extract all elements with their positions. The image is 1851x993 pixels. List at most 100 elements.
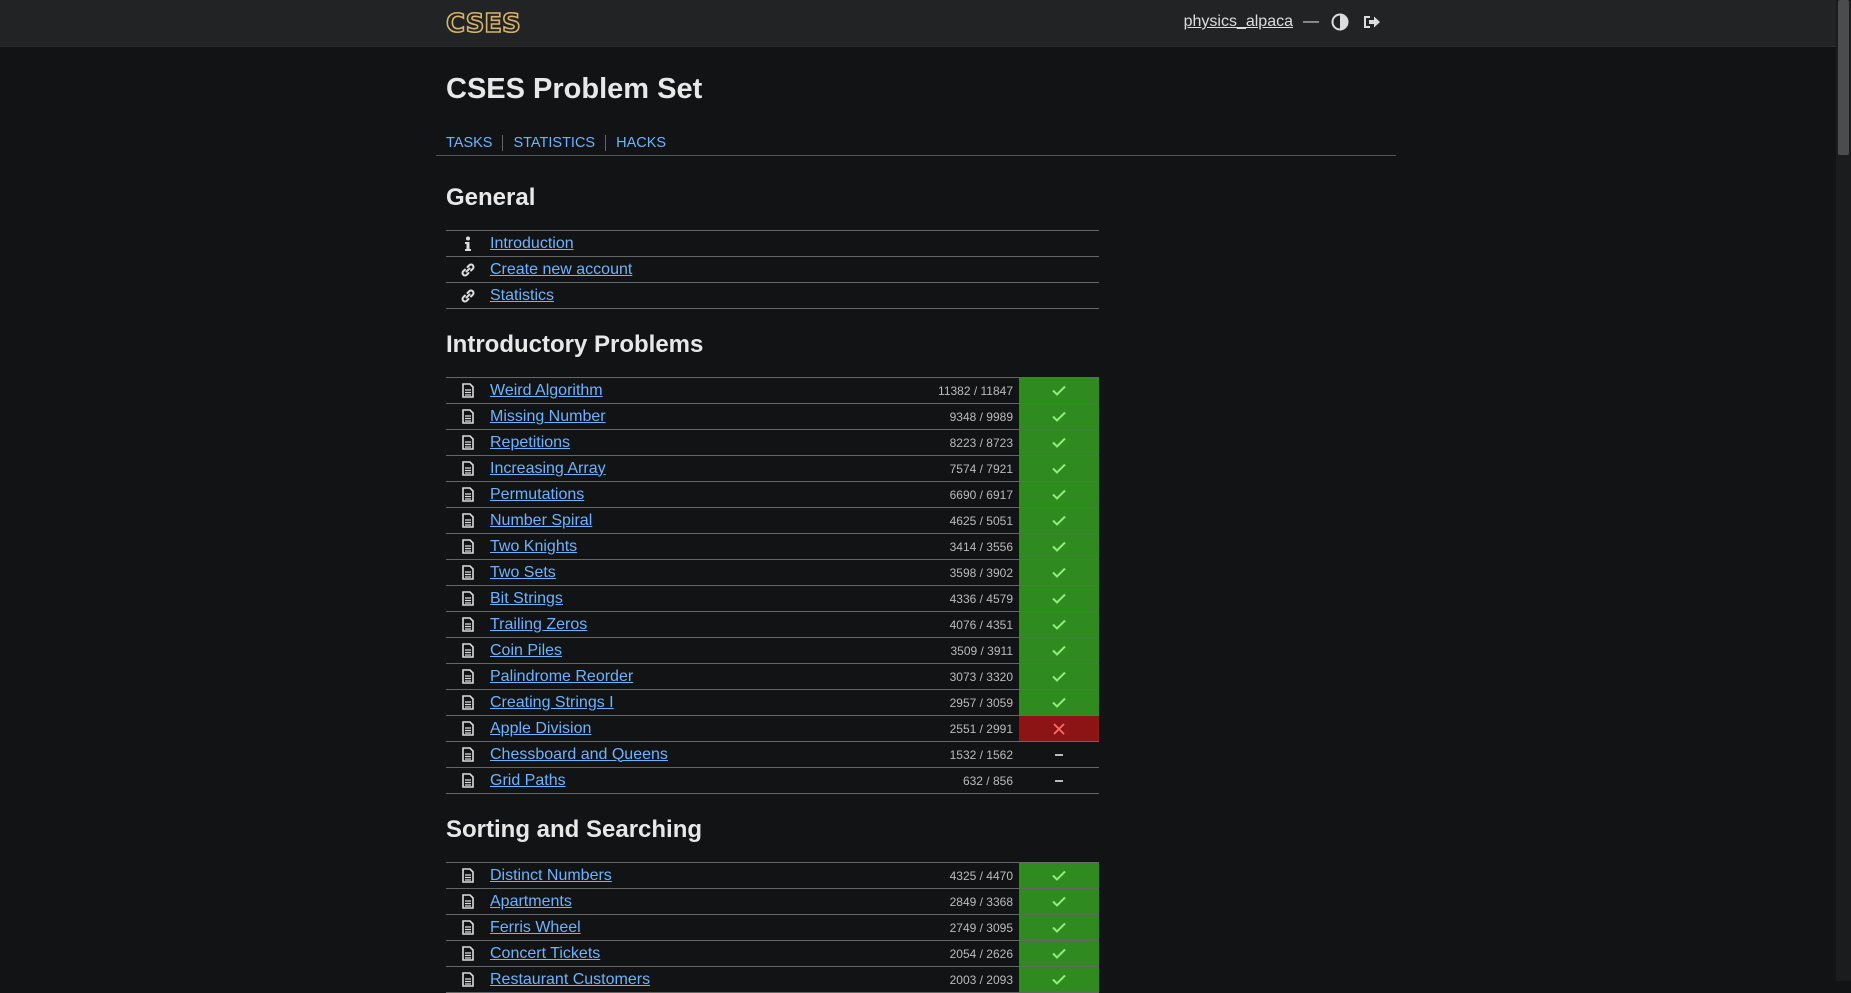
- document-icon: [446, 716, 490, 741]
- solve-count: 6690 / 6917: [949, 487, 1013, 502]
- problem-link[interactable]: Permutations: [490, 486, 950, 504]
- problem-link[interactable]: Distinct Numbers: [490, 867, 950, 885]
- problem-row: Two Knights 3414 / 3556: [446, 534, 1099, 560]
- theme-toggle-icon[interactable]: [1329, 11, 1351, 33]
- not-attempted-icon: [1019, 742, 1099, 767]
- problem-link[interactable]: Weird Algorithm: [490, 382, 938, 400]
- document-icon: [446, 690, 490, 715]
- problem-link[interactable]: Concert Tickets: [490, 945, 950, 963]
- problem-link[interactable]: Chessboard and Queens: [490, 746, 950, 764]
- solve-count: 2749 / 3095: [949, 920, 1013, 935]
- document-icon: [446, 612, 490, 637]
- document-icon: [446, 638, 490, 663]
- problem-link[interactable]: Apartments: [490, 893, 950, 911]
- solved-check-icon: [1019, 560, 1099, 585]
- scrollbar[interactable]: [1836, 0, 1851, 981]
- solved-check-icon: [1019, 967, 1099, 992]
- general-link[interactable]: Statistics: [490, 287, 1099, 305]
- separator-dash: —: [1303, 13, 1319, 30]
- document-icon: [446, 508, 490, 533]
- user-area: physics_alpaca —: [1184, 10, 1383, 34]
- tab-statistics[interactable]: STATISTICS: [513, 135, 595, 151]
- solved-check-icon: [1019, 482, 1099, 507]
- solve-count: 3414 / 3556: [949, 539, 1013, 554]
- scrollbar-thumb[interactable]: [1838, 0, 1849, 155]
- solved-check-icon: [1019, 915, 1099, 940]
- solve-count: 2849 / 3368: [949, 894, 1013, 909]
- nav-divider-line: [436, 155, 1396, 156]
- solved-check-icon: [1019, 508, 1099, 533]
- solved-check-icon: [1019, 534, 1099, 559]
- solved-check-icon: [1019, 456, 1099, 481]
- problem-row: Apartments 2849 / 3368: [446, 889, 1099, 915]
- solved-check-icon: [1019, 612, 1099, 637]
- link-icon: [446, 283, 490, 308]
- solved-check-icon: [1019, 889, 1099, 914]
- problem-link[interactable]: Ferris Wheel: [490, 919, 950, 937]
- problem-link[interactable]: Increasing Array: [490, 460, 950, 478]
- document-icon: [446, 742, 490, 767]
- logout-icon[interactable]: [1361, 11, 1383, 33]
- general-link[interactable]: Create new account: [490, 261, 1099, 279]
- problem-link[interactable]: Restaurant Customers: [490, 971, 950, 989]
- document-icon: [446, 768, 490, 793]
- problem-list: Distinct Numbers 4325 / 4470 Apartments 284…: [446, 862, 1099, 993]
- document-icon: [446, 941, 490, 966]
- solve-count: 8223 / 8723: [949, 435, 1013, 450]
- solve-count: 4076 / 4351: [949, 617, 1013, 632]
- problem-row: Missing Number 9348 / 9989: [446, 404, 1099, 430]
- document-icon: [446, 915, 490, 940]
- section-introductory-problems: Introductory Problems Weird Algorithm 113…: [446, 330, 1099, 794]
- document-icon: [446, 664, 490, 689]
- document-icon: [446, 889, 490, 914]
- solve-count: 1532 / 1562: [949, 747, 1013, 762]
- solve-count: 632 / 856: [962, 773, 1013, 788]
- section-title: Sorting and Searching: [446, 816, 703, 843]
- general-link[interactable]: Introduction: [490, 235, 1099, 253]
- nav-divider: [605, 135, 607, 151]
- solved-check-icon: [1019, 863, 1099, 888]
- solve-count: 2551 / 2991: [949, 721, 1013, 736]
- solve-count: 3073 / 3320: [949, 669, 1013, 684]
- tab-hacks[interactable]: HACKS: [616, 135, 666, 151]
- not-attempted-icon: [1019, 768, 1099, 793]
- problem-link[interactable]: Palindrome Reorder: [490, 668, 950, 686]
- problem-link[interactable]: Grid Paths: [490, 772, 963, 790]
- problem-row: Chessboard and Queens 1532 / 1562: [446, 742, 1099, 768]
- problem-row: Palindrome Reorder 3073 / 3320: [446, 664, 1099, 690]
- problem-link[interactable]: Missing Number: [490, 408, 950, 426]
- problem-link[interactable]: Bit Strings: [490, 590, 950, 608]
- problem-row: Increasing Array 7574 / 7921: [446, 456, 1099, 482]
- solve-count: 2957 / 3059: [949, 695, 1013, 710]
- problem-row: Restaurant Customers 2003 / 2093: [446, 967, 1099, 993]
- problem-link[interactable]: Coin Piles: [490, 642, 950, 660]
- solved-check-icon: [1019, 941, 1099, 966]
- problem-row: Repetitions 8223 / 8723: [446, 430, 1099, 456]
- problem-link[interactable]: Repetitions: [490, 434, 950, 452]
- list-item: Statistics: [446, 283, 1099, 309]
- solve-count: 4325 / 4470: [949, 868, 1013, 883]
- top-bar: CSES physics_alpaca —: [0, 0, 1836, 47]
- solve-count: 7574 / 7921: [949, 461, 1013, 476]
- solve-count: 11382 / 11847: [938, 383, 1013, 398]
- problem-link[interactable]: Creating Strings I: [490, 694, 950, 712]
- problem-link[interactable]: Two Knights: [490, 538, 950, 556]
- tab-tasks[interactable]: TASKS: [446, 135, 492, 151]
- list-item: Introduction: [446, 231, 1099, 257]
- problem-link[interactable]: Apple Division: [490, 720, 950, 738]
- solved-check-icon: [1019, 690, 1099, 715]
- document-icon: [446, 534, 490, 559]
- username-link[interactable]: physics_alpaca: [1184, 13, 1293, 31]
- problem-link[interactable]: Trailing Zeros: [490, 616, 950, 634]
- solved-check-icon: [1019, 378, 1099, 403]
- document-icon: [446, 378, 490, 403]
- problem-row: Ferris Wheel 2749 / 3095: [446, 915, 1099, 941]
- solve-count: 4625 / 5051: [949, 513, 1013, 528]
- solved-check-icon: [1019, 664, 1099, 689]
- cses-logo[interactable]: CSES: [446, 10, 538, 36]
- svg-text:CSES: CSES: [446, 10, 521, 36]
- page-title: CSES Problem Set: [446, 73, 703, 105]
- problem-link[interactable]: Two Sets: [490, 564, 950, 582]
- problem-link[interactable]: Number Spiral: [490, 512, 950, 530]
- document-icon: [446, 482, 490, 507]
